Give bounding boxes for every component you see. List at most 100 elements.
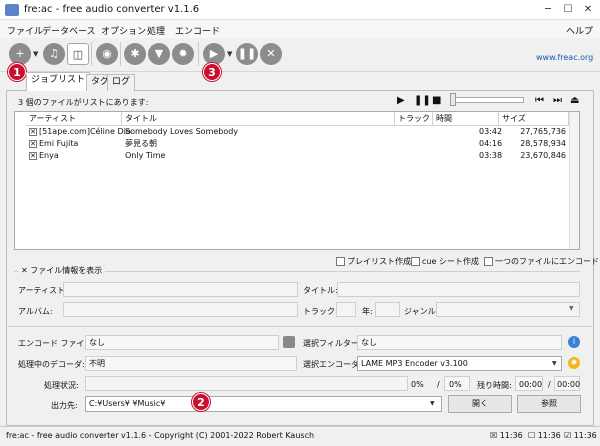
row-title: 夢見る朝 [125, 139, 157, 148]
website-link[interactable]: www.freac.org [536, 53, 593, 62]
row-time: 03:38 [479, 151, 503, 160]
status-text: fre:ac - free audio converter v1.1.6 - C… [6, 431, 315, 440]
menu-help[interactable]: ヘルプ [566, 24, 593, 37]
seek-slider-knob[interactable] [450, 93, 456, 106]
step-badge-3: 3 [203, 63, 221, 81]
maximize-button[interactable]: ☐ [558, 2, 578, 18]
row-artist: Enya [39, 151, 59, 160]
decoder-label: 処理中のデコーダ: [18, 360, 85, 369]
window-title: fre:ac - free audio converter v1.1.6 [24, 4, 200, 15]
encode-file-field: なし [85, 335, 279, 350]
menu-file[interactable]: ファイル [7, 24, 43, 37]
list-scrollbar[interactable] [569, 112, 579, 249]
row-artist: [51ape.com]Céline Dio [39, 127, 131, 136]
info-toggle-check-icon: ✕ [21, 266, 28, 275]
column-track[interactable]: トラック [395, 112, 433, 126]
artist-field[interactable] [63, 282, 298, 297]
clock-2-value: 11:36 [537, 431, 561, 440]
previous-track-icon[interactable]: ⏮ [535, 95, 544, 106]
step-badge-1: 1 [8, 63, 26, 81]
menu-options[interactable]: オプション [101, 24, 146, 37]
close-button[interactable]: ✕ [578, 2, 598, 18]
column-size[interactable]: サイズ [499, 112, 569, 126]
status-clock-3: ☑ 11:36 [564, 431, 597, 440]
column-time[interactable]: 時間 [433, 112, 499, 126]
add-files-icon[interactable]: + [9, 43, 31, 65]
column-title[interactable]: タイトル [122, 112, 395, 126]
album-field[interactable] [63, 302, 298, 317]
row-size: 28,578,934 [520, 139, 566, 148]
row-time: 04:16 [479, 139, 503, 148]
open-button[interactable]: 開く [448, 395, 512, 413]
row-checkbox[interactable]: ✕ [29, 140, 37, 148]
clock-icon: ☑ [564, 431, 572, 440]
encoder-label: 選択エンコーダ: [303, 360, 362, 369]
output-path-field[interactable]: C:¥Users¥ ¥Music¥ [85, 396, 442, 412]
minimize-button[interactable]: ─ [538, 2, 558, 18]
encoder-select[interactable]: LAME MP3 Encoder v3.100 [357, 356, 562, 371]
playlist-label: プレイリスト作成 [347, 257, 411, 266]
menu-database[interactable]: データベース [42, 24, 96, 37]
row-size: 27,765,736 [520, 127, 566, 136]
title-label: タイトル: [303, 286, 338, 295]
tab-log[interactable]: ログ [107, 74, 136, 91]
output-dropdown-icon[interactable]: ▼ [430, 400, 435, 407]
seek-slider[interactable] [452, 97, 524, 103]
cue-checkbox[interactable] [411, 257, 420, 266]
year-field[interactable] [375, 302, 400, 317]
playlist-checkbox[interactable] [336, 257, 345, 266]
info-icon[interactable]: i [568, 336, 580, 348]
encode-file-icon [283, 336, 295, 348]
single-file-checkbox[interactable] [484, 257, 493, 266]
menu-process[interactable]: 処理 [147, 24, 165, 37]
genre-select[interactable] [436, 302, 580, 317]
track-label: トラック: [303, 307, 338, 316]
player-play-icon[interactable]: ▶ [397, 95, 405, 106]
app-icon [5, 4, 19, 16]
progress-percent-file: 0% [411, 380, 424, 389]
track-field[interactable] [336, 302, 356, 317]
row-title: Only Time [125, 151, 166, 160]
eject-icon[interactable]: ⏏ [570, 95, 579, 106]
pause-icon[interactable]: ❚❚ [236, 43, 258, 65]
row-checkbox[interactable]: ✕ [29, 128, 37, 136]
filter-icon[interactable]: ▼ [148, 43, 170, 65]
add-dropdown-icon[interactable]: ▼ [33, 50, 38, 58]
remaining-label: 残り時間: [477, 381, 512, 390]
decoder-field: 不明 [85, 356, 297, 371]
player-pause-icon[interactable]: ❚❚ [414, 95, 431, 106]
encoder-dropdown-icon[interactable]: ▼ [552, 360, 557, 367]
tools-icon[interactable]: ✱ [124, 43, 146, 65]
cddb-icon[interactable]: ◉ [96, 43, 118, 65]
document-icon[interactable]: ◫ [67, 43, 89, 65]
title-field[interactable] [337, 282, 580, 297]
column-artist[interactable]: アーティスト [26, 112, 122, 126]
player-stop-icon[interactable]: ■ [432, 95, 441, 106]
genre-dropdown-icon[interactable]: ▼ [569, 305, 574, 312]
play-dropdown-icon[interactable]: ▼ [227, 50, 232, 58]
progress-label: 処理状況: [44, 381, 79, 390]
cue-label: cue シート作成 [422, 257, 479, 266]
next-track-icon[interactable]: ⏭ [553, 95, 562, 106]
remaining-time-file: 00:00 [519, 380, 543, 389]
row-artist: Emi Fujita [39, 139, 79, 148]
year-label: 年: [362, 307, 373, 316]
tab-joblist[interactable]: ジョブリスト [26, 72, 91, 91]
info-toggle-label: ファイル情報を表示 [30, 266, 103, 275]
artist-label: アーティスト: [18, 286, 68, 295]
info-toggle[interactable]: ✕ ファイル情報を表示 [18, 265, 106, 276]
gear-icon[interactable]: ✹ [172, 43, 194, 65]
file-count: 3 個のファイルがリストにあります: [18, 98, 149, 107]
encode-file-label: エンコード ファイル: [18, 339, 96, 348]
row-time: 03:42 [479, 127, 503, 136]
menu-encode[interactable]: エンコード [175, 24, 220, 37]
filter-field: なし [357, 335, 562, 350]
play-icon[interactable]: ▶ [203, 43, 225, 65]
music-icon[interactable]: ♫ [43, 43, 65, 65]
toolbar-separator [91, 42, 92, 66]
browse-button[interactable]: 参照 [517, 395, 581, 413]
encoder-config-icon[interactable]: ✹ [568, 357, 580, 369]
row-checkbox[interactable]: ✕ [29, 152, 37, 160]
stop-icon[interactable]: ✕ [260, 43, 282, 65]
genre-label: ジャンル: [404, 307, 439, 316]
